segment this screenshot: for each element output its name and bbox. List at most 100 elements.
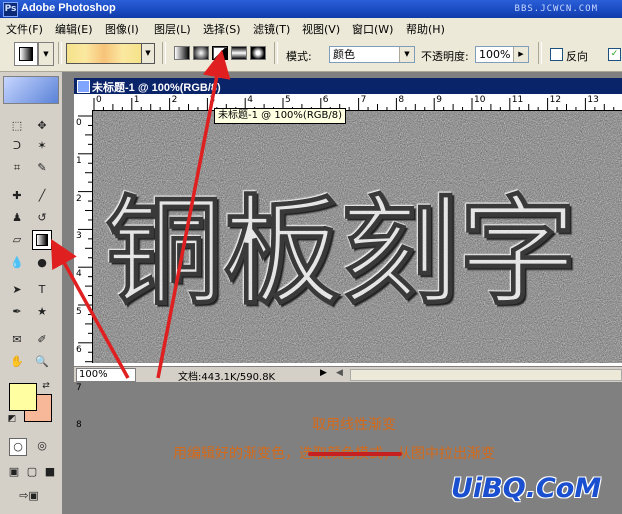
radial-gradient-button[interactable] xyxy=(193,46,209,60)
lasso-tool-icon[interactable]: ᑐ xyxy=(9,138,25,154)
slice-tool-icon[interactable]: ✎ xyxy=(34,160,50,176)
opacity-label: 不透明度: xyxy=(421,50,469,63)
feather-logo xyxy=(3,76,59,104)
magic-wand-icon[interactable]: ✶ xyxy=(34,138,50,154)
divider xyxy=(162,42,166,64)
foreground-color-swatch[interactable] xyxy=(9,383,37,411)
image-canvas[interactable]: 铜板刻字 xyxy=(93,111,622,363)
vertical-ruler[interactable]: 0 1 2 3 4 5 6 7 8 xyxy=(74,110,93,430)
screen-mode-full-icon[interactable]: ■ xyxy=(42,464,58,480)
notes-tool-icon[interactable]: ✉ xyxy=(9,332,25,348)
ruler-h-label: 0 xyxy=(96,95,102,105)
copper-plate-artwork: 铜板刻字 xyxy=(93,111,622,363)
annotation-line-1: 取用线性渐变 xyxy=(312,417,396,433)
ruler-h-label: 8 xyxy=(398,95,405,105)
divider xyxy=(274,42,278,64)
gradient-picker-dropdown[interactable]: ▼ xyxy=(141,43,155,64)
clone-stamp-icon[interactable]: ♟ xyxy=(9,210,25,226)
ruler-v-label: 4 xyxy=(76,269,82,280)
document-title-bar[interactable]: 未标题-1 @ 100%(RGB/8) xyxy=(74,78,622,94)
jump-to-imageready-icon[interactable]: ⇨▣ xyxy=(9,488,49,504)
ruler-h-label: 1 xyxy=(133,95,140,105)
toolbox: ⬚ ✥ ᑐ ✶ ⌗ ✎ ✚ ╱ ♟ ↺ ▱ 💧 ● ➤ T ✒ ★ ✉ ✐ ✋ … xyxy=(0,72,63,514)
document-info: 文档:443.1K/590.8K xyxy=(178,372,276,383)
document-title: 未标题-1 @ 100%(RGB/8) xyxy=(92,82,221,94)
shape-tool-icon[interactable]: ★ xyxy=(34,304,50,320)
brush-tool-icon[interactable]: ╱ xyxy=(34,188,50,204)
status-bar: 100% 文档:443.1K/590.8K ▶ ◀ xyxy=(74,366,622,383)
menu-edit[interactable]: 编辑(E) xyxy=(55,21,93,37)
path-select-icon[interactable]: ➤ xyxy=(9,282,25,298)
move-tool-icon[interactable]: ✥ xyxy=(34,118,50,134)
gradient-tool-icon[interactable] xyxy=(32,230,52,250)
quick-mask-icon[interactable]: ◎ xyxy=(34,438,50,454)
crop-tool-icon[interactable]: ⌗ xyxy=(9,160,25,176)
dodge-tool-icon[interactable]: ● xyxy=(34,255,50,271)
ruler-h-label: 12 xyxy=(549,95,562,105)
history-brush-icon[interactable]: ↺ xyxy=(34,210,50,226)
reflected-gradient-button[interactable] xyxy=(231,46,247,60)
ruler-origin[interactable] xyxy=(74,94,93,111)
menu-select[interactable]: 选择(S) xyxy=(203,21,241,37)
menu-window[interactable]: 窗口(W) xyxy=(352,21,393,37)
healing-brush-icon[interactable]: ✚ xyxy=(9,188,25,204)
ruler-h-label: 4 xyxy=(247,95,253,105)
swap-colors-icon[interactable]: ⇄ xyxy=(38,378,54,394)
menu-layer[interactable]: 图层(L) xyxy=(154,21,191,37)
options-bar: ▼ ▼ 模式: 颜色 ▼ 不透明度: 100% ▶ 反向 ✓ xyxy=(0,37,622,72)
chevron-right-icon: ▶ xyxy=(513,47,528,62)
ruler-v-label: 8 xyxy=(76,420,82,431)
menu-filter[interactable]: 滤镜(T) xyxy=(253,21,290,37)
pen-tool-icon[interactable]: ✒ xyxy=(9,304,25,320)
standard-mode-icon[interactable]: ○ xyxy=(9,438,27,456)
scroll-left-icon[interactable]: ◀ xyxy=(336,368,343,378)
menu-file[interactable]: 文件(F) xyxy=(6,21,43,37)
chevron-down-icon[interactable]: ▼ xyxy=(38,42,54,66)
ruler-h-label: 2 xyxy=(171,95,178,105)
chevron-down-icon: ▼ xyxy=(399,47,414,62)
menu-bar: 文件(F) 编辑(E) 图像(I) 图层(L) 选择(S) 滤镜(T) 视图(V… xyxy=(0,18,622,38)
site-watermark: BBS.JCWCN.COM xyxy=(514,4,598,14)
ruler-h-label: 13 xyxy=(587,95,599,105)
document-icon xyxy=(77,80,90,93)
blur-tool-icon[interactable]: 💧 xyxy=(9,255,25,271)
tool-preset-picker[interactable] xyxy=(14,42,38,66)
document-title-tooltip: 未标题-1 @ 100%(RGB/8) xyxy=(214,108,347,124)
menu-view[interactable]: 视图(V) xyxy=(302,21,340,37)
marquee-tool-icon[interactable]: ⬚ xyxy=(9,118,25,134)
horizontal-ruler[interactable]: 0 1 2 3 4 5 6 7 8 9 10 11 12 13 xyxy=(92,94,622,111)
document-window: 未标题-1 @ 100%(RGB/8) 0 1 2 3 4 5 6 7 8 9 10 11 12 13 0… xyxy=(74,78,622,430)
screen-mode-full-menu-icon[interactable]: ▢ xyxy=(24,464,40,480)
ruler-h-label: 6 xyxy=(322,95,329,105)
opacity-field[interactable]: 100% ▶ xyxy=(475,46,529,63)
horizontal-scrollbar[interactable] xyxy=(350,369,622,381)
ruler-v-label: 3 xyxy=(76,231,82,242)
angle-gradient-button[interactable] xyxy=(212,46,228,60)
app-title: Adobe Photoshop xyxy=(21,2,116,14)
status-menu-arrow-icon[interactable]: ▶ xyxy=(320,368,327,378)
reverse-checkbox[interactable] xyxy=(550,48,563,61)
default-colors-icon[interactable]: ◩ xyxy=(4,411,20,427)
mode-value: 颜色 xyxy=(333,48,355,61)
annotation-underline-mark xyxy=(308,452,402,456)
ruler-h-label: 9 xyxy=(436,95,442,105)
zoom-field[interactable]: 100% xyxy=(76,368,136,382)
eraser-tool-icon[interactable]: ▱ xyxy=(9,232,25,248)
zoom-tool-icon[interactable]: 🔍 xyxy=(34,354,50,370)
uibq-site-logo: UiBQ.CoM xyxy=(451,473,602,504)
type-tool-icon[interactable]: T xyxy=(34,282,50,298)
ruler-h-label: 11 xyxy=(511,95,524,105)
eyedropper-icon[interactable]: ✐ xyxy=(34,332,50,348)
reverse-label: 反向 xyxy=(566,50,588,63)
mode-select[interactable]: 颜色 ▼ xyxy=(329,46,415,63)
diamond-gradient-button[interactable] xyxy=(250,46,266,60)
linear-gradient-button[interactable] xyxy=(174,46,190,60)
dither-checkbox[interactable]: ✓ xyxy=(608,48,621,61)
ruler-h-label: 7 xyxy=(360,95,367,105)
hand-tool-icon[interactable]: ✋ xyxy=(9,354,25,370)
menu-image[interactable]: 图像(I) xyxy=(105,21,139,37)
menu-help[interactable]: 帮助(H) xyxy=(406,21,445,37)
ruler-v-label: 1 xyxy=(76,155,82,166)
screen-mode-standard-icon[interactable]: ▣ xyxy=(6,464,22,480)
gradient-preview[interactable] xyxy=(66,43,142,64)
